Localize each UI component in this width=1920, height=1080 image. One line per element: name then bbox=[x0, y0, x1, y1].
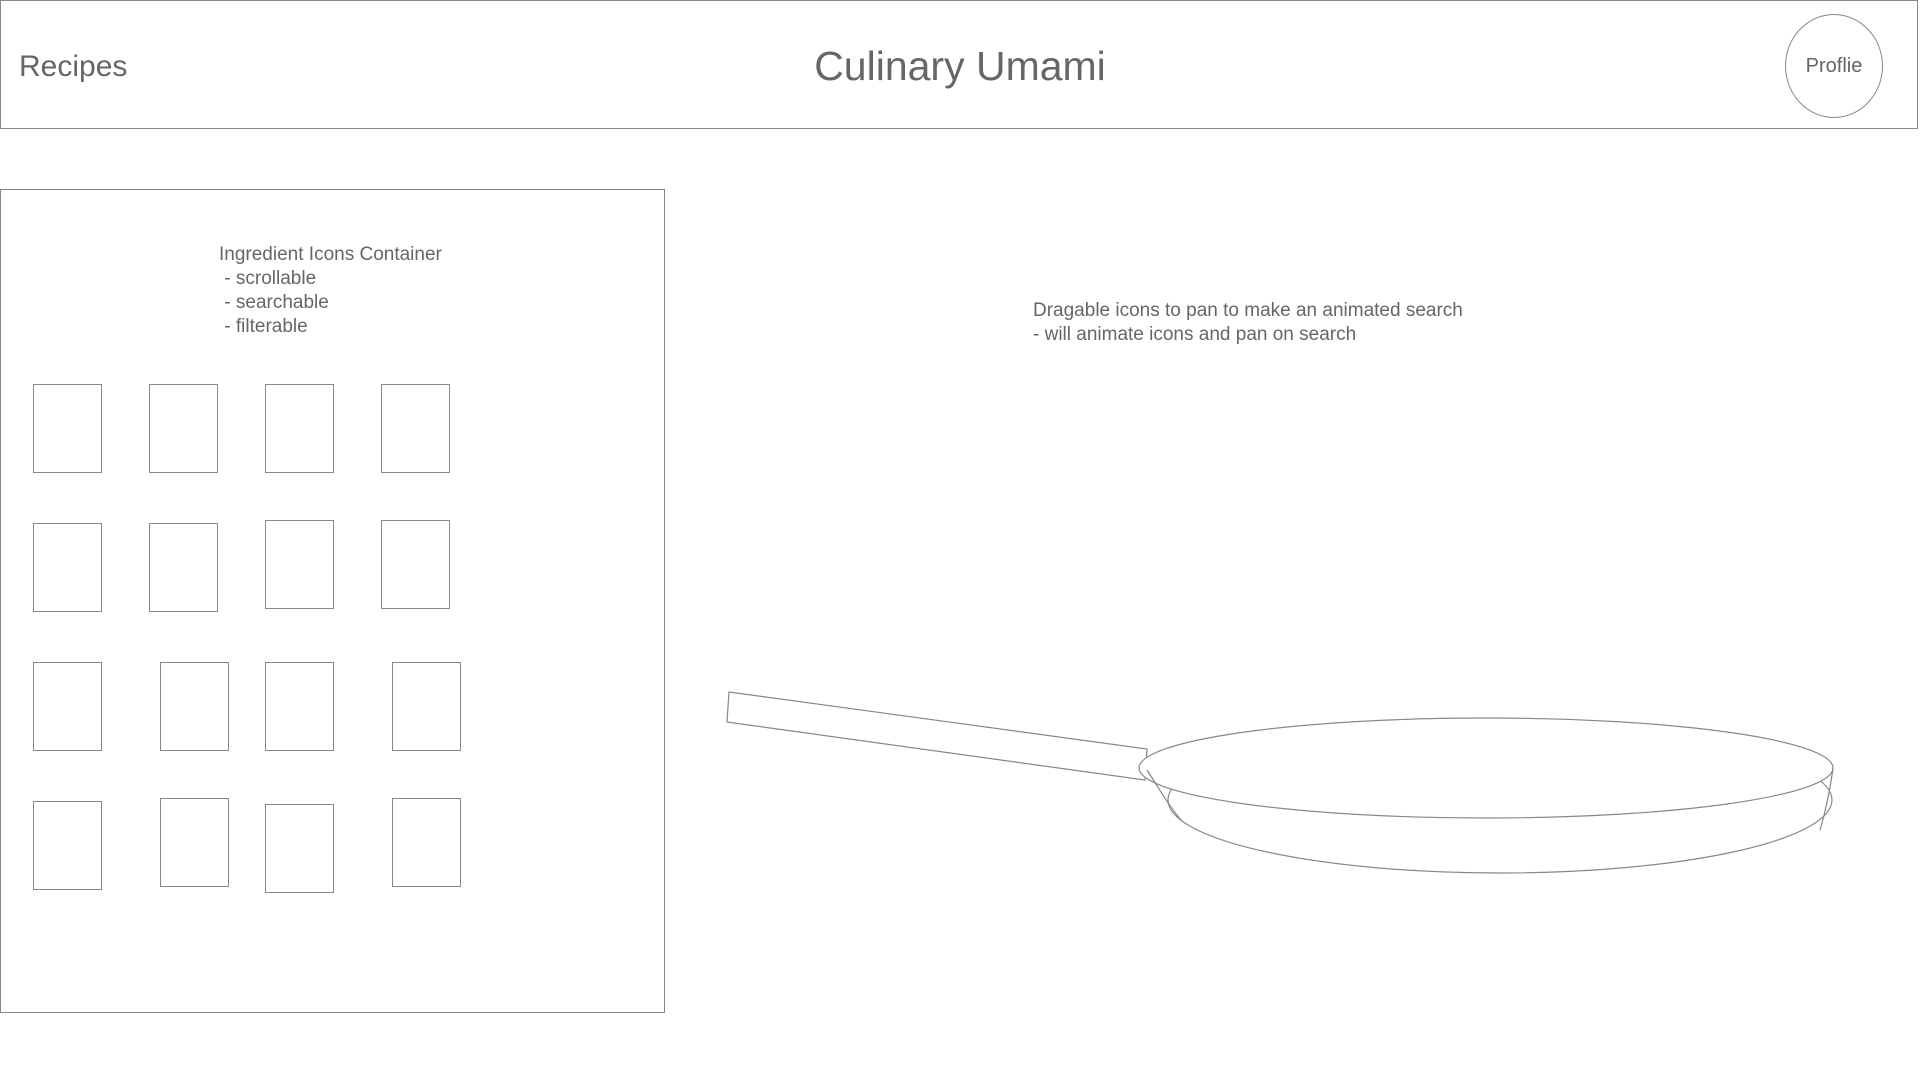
ingredient-container-note: Ingredient Icons Container - scrollable … bbox=[219, 244, 442, 337]
frying-pan-drop-target[interactable] bbox=[720, 685, 1840, 885]
ingredient-icon[interactable] bbox=[149, 384, 218, 473]
ingredient-icon[interactable] bbox=[265, 662, 334, 751]
ingredient-icon[interactable] bbox=[392, 662, 461, 751]
pan-handle bbox=[726, 691, 1148, 781]
profile-button[interactable]: Proflie bbox=[1785, 14, 1883, 118]
ingredient-icon[interactable] bbox=[33, 523, 102, 612]
ingredient-icon[interactable] bbox=[265, 384, 334, 473]
ingredient-icon[interactable] bbox=[265, 804, 334, 893]
ingredient-icon[interactable] bbox=[160, 662, 229, 751]
app-header: Recipes Culinary Umami Proflie bbox=[0, 0, 1918, 129]
ingredient-icon[interactable] bbox=[160, 798, 229, 887]
pan-rim bbox=[1138, 717, 1834, 819]
pan-drawing bbox=[726, 691, 1834, 874]
ingredient-icon[interactable] bbox=[33, 662, 102, 751]
pan-area-note: Dragable icons to pan to make an animate… bbox=[1033, 300, 1463, 345]
ingredient-icon[interactable] bbox=[381, 384, 450, 473]
profile-label: Proflie bbox=[1805, 54, 1863, 77]
app-title: Culinary Umami bbox=[814, 43, 1106, 89]
ingredient-icon[interactable] bbox=[392, 798, 461, 887]
ingredient-icon[interactable] bbox=[381, 520, 450, 609]
ingredient-icon[interactable] bbox=[265, 520, 334, 609]
ingredient-icon[interactable] bbox=[149, 523, 218, 612]
ingredient-icon[interactable] bbox=[33, 801, 102, 890]
ingredient-icon[interactable] bbox=[33, 384, 102, 473]
